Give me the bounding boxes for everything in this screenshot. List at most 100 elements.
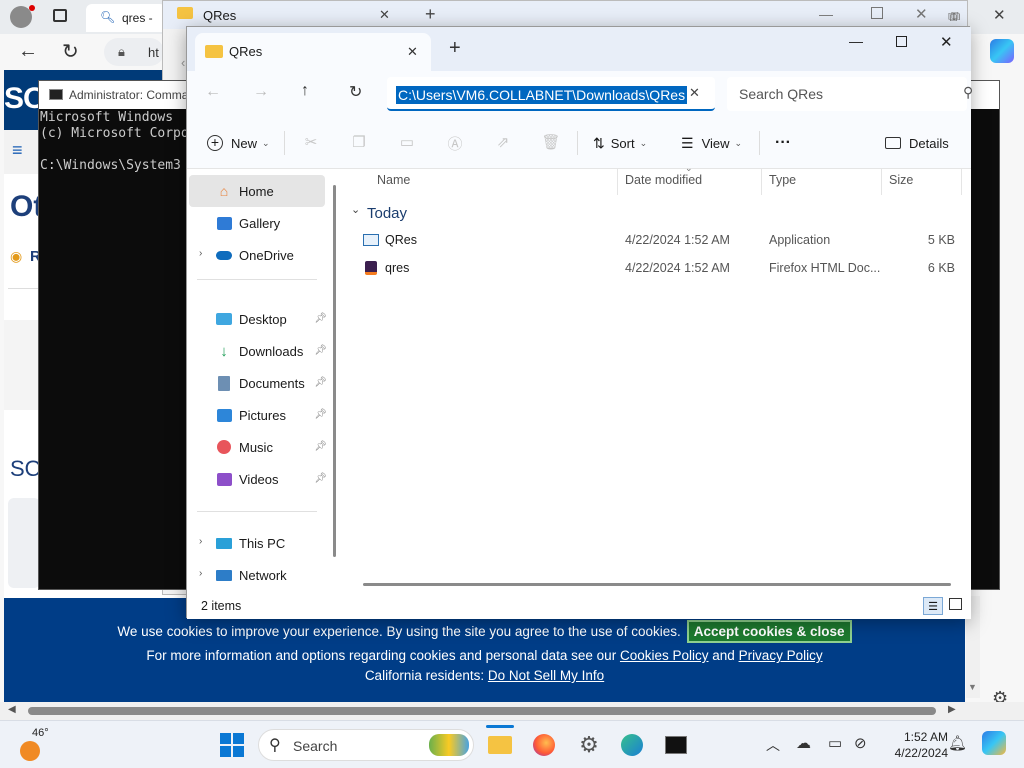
new-tab-icon[interactable]: +: [425, 4, 436, 25]
rename-icon[interactable]: Ⓐ: [445, 133, 465, 153]
pin-icon[interactable]: 📌︎: [314, 313, 327, 324]
copilot-icon[interactable]: [990, 39, 1014, 63]
restore-icon[interactable]: ⧉: [951, 8, 960, 24]
file-row[interactable]: qres 4/22/2024 1:52 AM Firefox HTML Doc.…: [363, 255, 963, 281]
address-text-selected[interactable]: C:\Users\VM6.COLLABNET\Downloads\QRes: [396, 86, 688, 104]
maximize-icon[interactable]: [871, 7, 883, 19]
nav-item-music[interactable]: Music 📌︎: [215, 432, 327, 462]
network-status-icon[interactable]: ⊘: [854, 734, 867, 752]
pin-icon[interactable]: 📌︎: [314, 377, 327, 388]
view-button[interactable]: ☰ View ⌄: [681, 117, 742, 169]
address-bar[interactable]: 🔒︎ ht: [104, 38, 164, 66]
new-button[interactable]: + New ⌄: [207, 117, 270, 169]
nav-item-videos[interactable]: Videos 📌︎: [215, 464, 327, 494]
chevron-right-icon[interactable]: ›: [199, 536, 202, 547]
explorer-window[interactable]: QRes ✕ + — ✕ ← → ↑ ↻ C:\Users\VM6.COLLAB…: [186, 26, 973, 619]
file-list-scrollbar[interactable]: [363, 583, 951, 586]
back-arrow-icon[interactable]: ←: [18, 40, 38, 63]
terminal-taskbar-button[interactable]: [660, 729, 692, 761]
refresh-icon[interactable]: ↻: [62, 39, 79, 64]
details-button[interactable]: Details: [885, 117, 949, 169]
cloud-offline-icon[interactable]: ☁: [796, 734, 811, 752]
details-view-icon[interactable]: ☰: [923, 597, 943, 615]
group-header-today[interactable]: Today: [367, 205, 407, 222]
nav-item-gallery[interactable]: Gallery: [215, 208, 327, 238]
explorer-tab-bar: QRes ✕ + — ✕: [187, 27, 971, 71]
nav-item-desktop[interactable]: Desktop 📌︎: [215, 304, 327, 334]
clear-address-icon[interactable]: ✕: [689, 85, 700, 101]
minimize-icon[interactable]: —: [819, 6, 833, 22]
hamburger-menu-icon[interactable]: ≡: [12, 140, 23, 161]
search-icon[interactable]: ⚲: [963, 84, 973, 101]
page-horizontal-scrollbar[interactable]: ◀ ▶: [0, 702, 1024, 720]
clock[interactable]: 1:52 AM 4/22/2024: [880, 727, 948, 763]
do-not-sell-link[interactable]: Do Not Sell My Info: [488, 668, 604, 683]
column-header-size[interactable]: Size: [889, 173, 913, 193]
file-explorer-taskbar-button[interactable]: [484, 729, 516, 761]
notification-bell-icon[interactable]: 🔔︎: [948, 734, 967, 752]
column-header-date[interactable]: Date modified: [625, 173, 702, 193]
close-window-icon[interactable]: ✕: [915, 5, 928, 23]
maximize-icon[interactable]: [896, 36, 907, 47]
nav-scrollbar[interactable]: [333, 185, 336, 557]
tab-actions-icon[interactable]: [53, 9, 67, 22]
close-tab-icon[interactable]: ✕: [379, 7, 390, 23]
nav-item-downloads[interactable]: ↓ Downloads 📌︎: [215, 336, 327, 366]
scrollbar-thumb[interactable]: [28, 707, 936, 715]
share-icon[interactable]: ⇗: [493, 133, 513, 153]
back-arrow-icon[interactable]: ‹: [181, 55, 185, 70]
firefox-taskbar-button[interactable]: [528, 729, 560, 761]
chevron-down-icon[interactable]: ⌄: [351, 203, 360, 216]
minimize-icon[interactable]: —: [849, 33, 863, 49]
view-icon: ☰: [681, 134, 694, 151]
chevron-down-icon: ⌄: [734, 137, 743, 148]
explorer-tab[interactable]: QRes ✕: [195, 33, 431, 71]
address-input[interactable]: C:\Users\VM6.COLLABNET\Downloads\QRes ✕: [387, 77, 715, 111]
close-window-icon[interactable]: ✕: [993, 6, 1006, 24]
browser-tab[interactable]: 🔍︎ qres -: [86, 4, 166, 32]
tiles-view-icon[interactable]: [949, 598, 962, 610]
close-tab-icon[interactable]: ✕: [407, 44, 418, 60]
nav-item-network[interactable]: Network: [215, 560, 327, 590]
copilot-icon[interactable]: [982, 731, 1006, 755]
chevron-right-icon[interactable]: ›: [199, 568, 202, 579]
display-icon[interactable]: ▭: [828, 734, 842, 752]
copy-icon[interactable]: ❐: [349, 133, 369, 153]
delete-icon[interactable]: 🗑︎: [541, 133, 561, 153]
file-row[interactable]: QRes 4/22/2024 1:52 AM Application 5 KB: [363, 227, 963, 253]
pin-icon[interactable]: 📌︎: [314, 473, 327, 484]
sort-button[interactable]: ⇅ Sort ⌄: [593, 117, 647, 169]
pin-icon[interactable]: 📌︎: [314, 441, 327, 452]
pin-icon[interactable]: 📌︎: [314, 345, 327, 356]
back-arrow-icon[interactable]: ←: [205, 83, 221, 101]
column-header-type[interactable]: Type: [769, 173, 796, 193]
taskbar-search[interactable]: ⚲ Search: [258, 729, 474, 761]
forward-arrow-icon[interactable]: →: [253, 83, 269, 101]
privacy-policy-link[interactable]: Privacy Policy: [739, 648, 823, 663]
rss-icon[interactable]: ◉: [10, 248, 22, 265]
refresh-icon[interactable]: ↻: [349, 82, 362, 102]
search-input[interactable]: Search QRes ⚲: [727, 77, 973, 111]
file-size: 5 KB: [927, 233, 955, 247]
cut-icon[interactable]: ✂: [301, 133, 321, 153]
column-header-name[interactable]: Name: [377, 173, 410, 193]
chevron-right-icon[interactable]: ›: [199, 248, 202, 259]
new-tab-icon[interactable]: +: [449, 37, 461, 60]
start-button[interactable]: [216, 729, 248, 761]
pin-icon[interactable]: 📌︎: [314, 409, 327, 420]
more-options-button[interactable]: ···: [775, 117, 791, 169]
edge-taskbar-button[interactable]: [616, 729, 648, 761]
close-window-icon[interactable]: ✕: [940, 33, 953, 51]
cookies-policy-link[interactable]: Cookies Policy: [620, 648, 709, 663]
nav-item-onedrive[interactable]: OneDrive: [215, 240, 327, 270]
accept-cookies-button[interactable]: Accept cookies & close: [686, 620, 852, 643]
chevron-up-icon[interactable]: ︿: [766, 735, 780, 755]
nav-item-documents[interactable]: Documents 📌︎: [215, 368, 327, 398]
up-arrow-icon[interactable]: ↑: [301, 82, 309, 100]
nav-item-thispc[interactable]: This PC: [215, 528, 327, 558]
nav-item-pictures[interactable]: Pictures 📌︎: [215, 400, 327, 430]
weather-widget[interactable]: 46°: [14, 727, 64, 763]
settings-taskbar-button[interactable]: ⚙: [573, 729, 605, 761]
paste-icon[interactable]: ▭: [397, 133, 417, 153]
nav-item-home[interactable]: ⌂ Home: [215, 176, 327, 206]
